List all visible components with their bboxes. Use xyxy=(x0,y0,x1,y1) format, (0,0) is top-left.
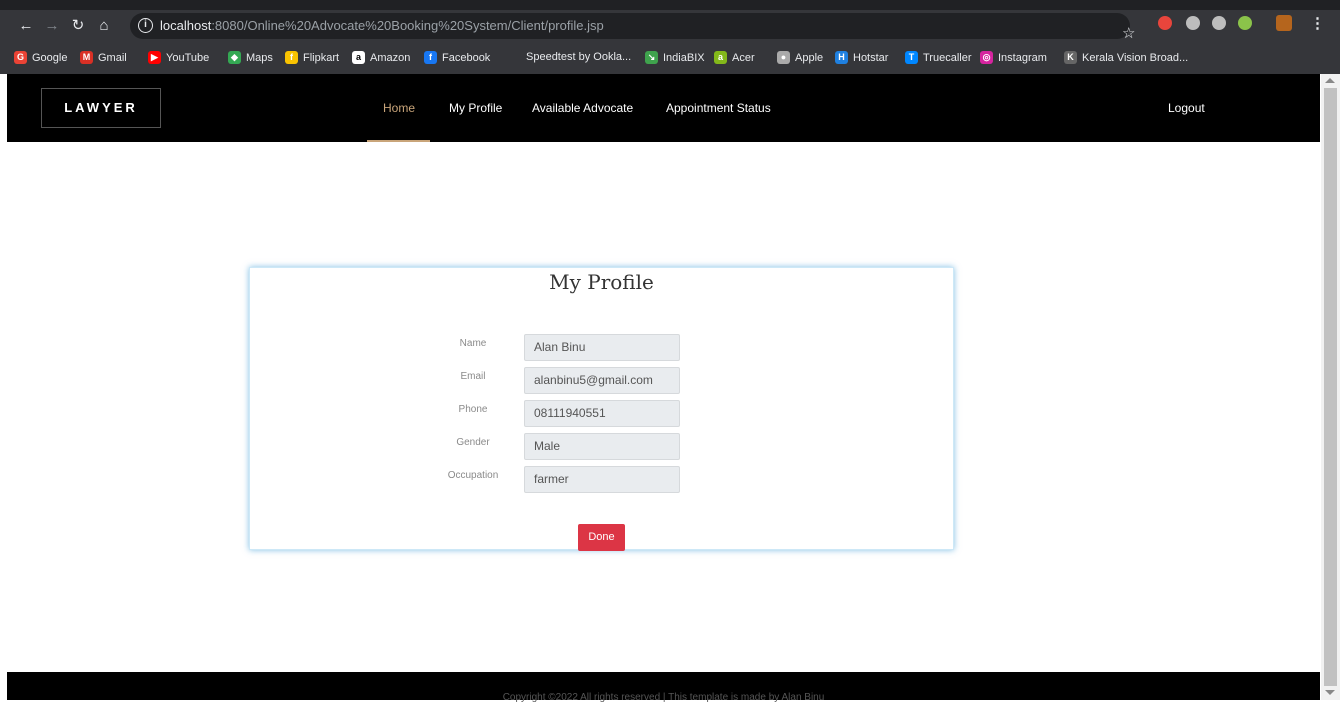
gender-label: Gender xyxy=(456,437,490,448)
bookmark-label: Gmail xyxy=(98,51,127,64)
address-bar-row: ← → ↻ ⌂ i localhost:8080/Online%20Advoca… xyxy=(0,10,1340,44)
scroll-up-icon[interactable] xyxy=(1325,78,1335,83)
bookmark-label: Apple xyxy=(795,51,824,64)
bookmark-item[interactable]: ● Apple xyxy=(777,51,823,64)
browser-menu-icon[interactable]: ⋮ xyxy=(1310,14,1325,32)
url-text: localhost:8080/Online%20Advocate%20Booki… xyxy=(160,18,604,33)
home-icon[interactable]: ⌂ xyxy=(94,16,114,36)
name-label: Name xyxy=(459,338,487,349)
site-footer: Copyright ©2022 All rights reserved | Th… xyxy=(7,672,1320,703)
occupation-field[interactable]: farmer xyxy=(524,466,680,493)
url-host: localhost xyxy=(160,18,212,33)
bookmark-star-icon[interactable]: ☆ xyxy=(1122,24,1135,42)
nav-appointment-status[interactable]: Appointment Status xyxy=(666,101,771,115)
bookmark-label: YouTube xyxy=(166,51,210,64)
bookmark-item[interactable]: ◎ Instagram xyxy=(980,51,1047,64)
bookmark-item[interactable]: Speedtest by Ookla... xyxy=(526,51,631,63)
bookmark-item[interactable]: T Truecaller xyxy=(905,51,972,64)
bookmark-favicon-icon: H xyxy=(835,51,848,64)
bookmark-item[interactable]: K Kerala Vision Broad... xyxy=(1064,51,1188,64)
bookmark-favicon-icon: K xyxy=(1064,51,1077,64)
extension-camera-icon[interactable] xyxy=(1186,16,1200,30)
logout-link[interactable]: Logout xyxy=(1168,101,1205,115)
forward-arrow-icon[interactable]: → xyxy=(42,16,62,36)
phone-label: Phone xyxy=(458,404,488,415)
bookmark-item[interactable]: G Google xyxy=(14,51,67,64)
browser-chrome: ← → ↻ ⌂ i localhost:8080/Online%20Advoca… xyxy=(0,0,1340,74)
bookmark-item[interactable]: f Facebook xyxy=(424,51,490,64)
footer-copyright: Copyright ©2022 All rights reserved | Th… xyxy=(502,692,825,703)
nav-my-profile[interactable]: My Profile xyxy=(449,101,502,115)
profile-avatar-icon[interactable] xyxy=(1276,15,1292,31)
bookmark-favicon-icon: ◎ xyxy=(980,51,993,64)
address-bar[interactable]: i localhost:8080/Online%20Advocate%20Boo… xyxy=(130,13,1130,39)
name-field[interactable]: Alan Binu xyxy=(524,334,680,361)
email-label: Email xyxy=(460,371,486,382)
url-path: :8080/Online%20Advocate%20Booking%20Syst… xyxy=(211,18,604,33)
bookmark-label: Speedtest by Ookla... xyxy=(526,51,632,63)
bookmark-item[interactable]: ↘ IndiaBIX xyxy=(645,51,705,64)
extension-red-icon[interactable] xyxy=(1158,16,1172,30)
site-info-icon[interactable]: i xyxy=(138,18,153,33)
bookmark-favicon-icon: a xyxy=(352,51,365,64)
bookmark-favicon-icon: G xyxy=(14,51,27,64)
browser-top-edge xyxy=(0,0,1340,10)
bookmark-label: Hotstar xyxy=(853,51,889,64)
reload-icon[interactable]: ↻ xyxy=(68,16,88,36)
nav-available-advocate[interactable]: Available Advocate xyxy=(532,101,633,115)
bookmark-label: Flipkart xyxy=(303,51,340,64)
bookmark-favicon-icon: f xyxy=(285,51,298,64)
bookmarks-bar: G Google M Gmail ▶ YouTube ◆ Maps f Flipkart a Amaz… xyxy=(0,44,1340,74)
phone-field[interactable]: 08111940551 xyxy=(524,400,680,427)
bookmark-item[interactable]: a Acer xyxy=(714,51,755,64)
bookmark-favicon-icon: ▶ xyxy=(148,51,161,64)
bookmark-label: Truecaller xyxy=(923,51,972,64)
bookmark-item[interactable]: H Hotstar xyxy=(835,51,888,64)
bookmark-item[interactable]: ▶ YouTube xyxy=(148,51,209,64)
bookmark-item[interactable]: f Flipkart xyxy=(285,51,339,64)
bookmark-favicon-icon: ● xyxy=(777,51,790,64)
profile-card: My Profile Name Alan Binu Email alanbinu… xyxy=(249,267,954,551)
back-arrow-icon[interactable]: ← xyxy=(16,16,36,36)
bookmark-favicon-icon: ◆ xyxy=(228,51,241,64)
bookmark-favicon-icon: ↘ xyxy=(645,51,658,64)
page-scrollbar[interactable] xyxy=(1321,74,1340,700)
bookmark-label: Maps xyxy=(246,51,273,64)
extension-shield-icon[interactable] xyxy=(1212,16,1226,30)
bookmark-label: Amazon xyxy=(370,51,411,64)
site-header: LAWYER Home My Profile Available Advocat… xyxy=(7,74,1320,142)
bookmark-label: Kerala Vision Broad... xyxy=(1082,51,1189,64)
bookmark-favicon-icon: M xyxy=(80,51,93,64)
bookmark-label: Acer xyxy=(732,51,755,64)
email-field[interactable]: alanbinu5@gmail.com xyxy=(524,367,680,394)
active-nav-indicator xyxy=(367,140,430,142)
gender-field[interactable]: Male xyxy=(524,433,680,460)
bookmark-item[interactable]: M Gmail xyxy=(80,51,127,64)
scroll-thumb[interactable] xyxy=(1324,88,1337,686)
extension-leaf-icon[interactable] xyxy=(1238,16,1252,30)
occupation-label: Occupation xyxy=(447,470,499,481)
bookmark-favicon-icon: f xyxy=(424,51,437,64)
nav-home[interactable]: Home xyxy=(383,101,415,115)
bookmark-item[interactable]: ◆ Maps xyxy=(228,51,273,64)
bookmark-favicon-icon: a xyxy=(714,51,727,64)
bookmark-favicon-icon: T xyxy=(905,51,918,64)
scroll-down-icon[interactable] xyxy=(1325,690,1335,695)
bookmark-item[interactable]: a Amazon xyxy=(352,51,410,64)
bookmark-label: Google xyxy=(32,51,68,64)
done-button[interactable]: Done xyxy=(578,524,625,551)
page-title: My Profile xyxy=(549,270,654,294)
bookmark-label: Instagram xyxy=(998,51,1047,64)
bookmark-label: IndiaBIX xyxy=(663,51,705,64)
bookmark-label: Facebook xyxy=(442,51,491,64)
site-logo[interactable]: LAWYER xyxy=(41,88,161,128)
